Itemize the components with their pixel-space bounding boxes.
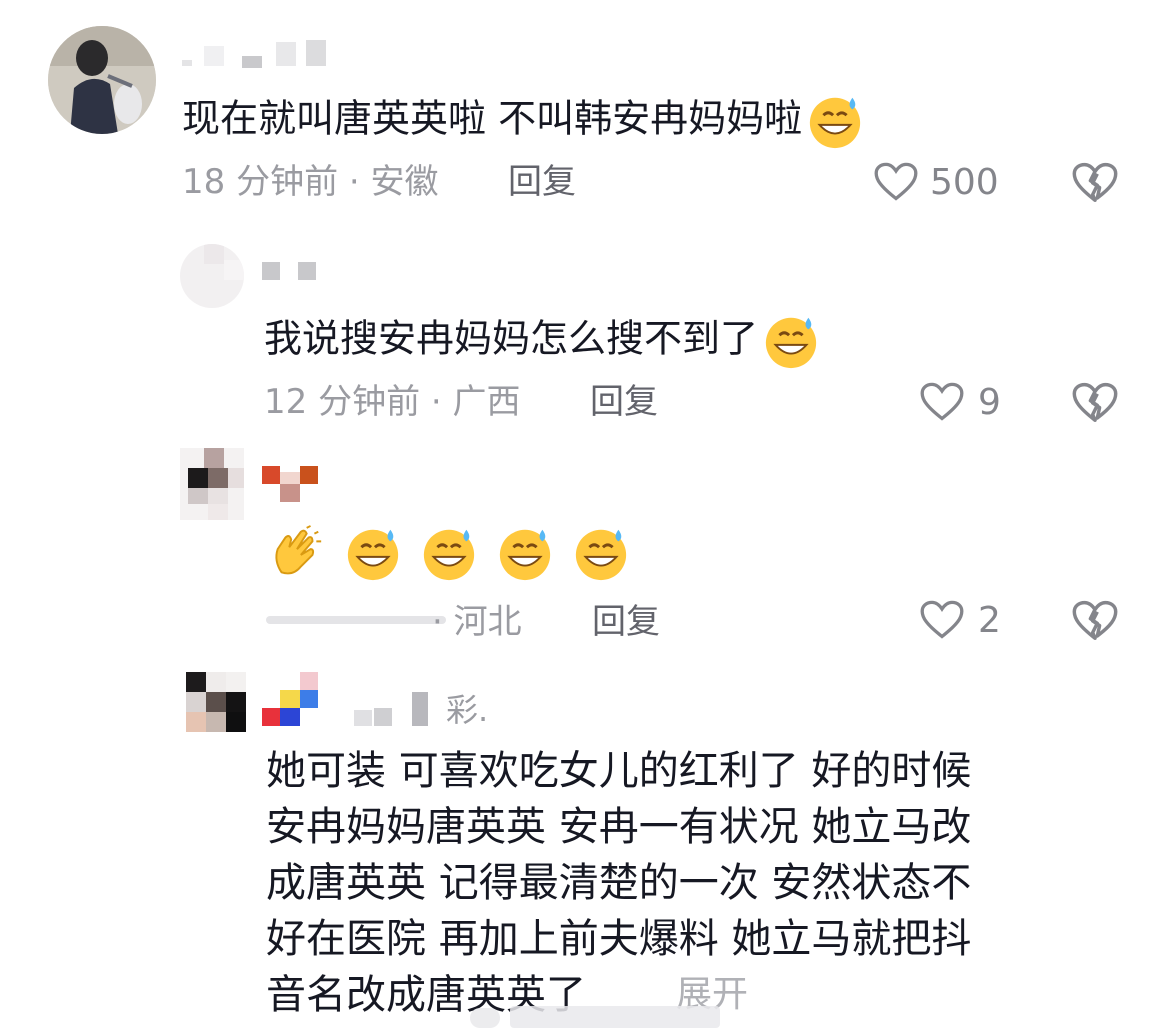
username-suffix: 彩. (446, 691, 489, 729)
dislike-broken-heart-icon[interactable] (1072, 382, 1118, 424)
dislike-broken-heart-icon[interactable] (1072, 600, 1118, 642)
avatar-photo (48, 26, 156, 134)
watermark (470, 1000, 730, 1030)
reply-button[interactable]: 回复 (508, 162, 576, 202)
timestamp-location: 12 分钟前 · 广西 (264, 382, 521, 422)
heart-icon[interactable] (920, 600, 964, 640)
comment-line-1: 她可装 可喜欢吃女儿的红利了 好的时候 (266, 748, 972, 794)
comment-text: 现在就叫唐英英啦 不叫韩安冉妈妈啦 (182, 92, 864, 150)
avatar[interactable] (48, 26, 156, 134)
comment-line-4: 好在医院 再加上前夫爆料 她立马就把抖 (266, 916, 972, 962)
comment-emojis (268, 524, 630, 582)
comment-line-2: 安冉妈妈唐英英 安冉一有状况 她立马改 (266, 804, 972, 850)
grinning-sweat-emoji (765, 317, 817, 369)
reply-button[interactable]: 回复 (590, 382, 658, 422)
dislike-broken-heart-icon[interactable] (1072, 162, 1118, 204)
comment-line-3: 成唐英英 记得最清楚的一次 安然状态不 (266, 860, 972, 906)
like-count: 9 (978, 382, 1001, 423)
avatar[interactable] (186, 672, 246, 732)
username-blurred[interactable] (262, 672, 462, 732)
grinning-sweat-emoji (500, 529, 551, 581)
clapping-hand-emoji (275, 525, 322, 575)
reply-button[interactable]: 回复 (592, 602, 660, 642)
avatar[interactable] (180, 244, 244, 308)
timestamp-location: · 河北 (432, 602, 522, 642)
grinning-sweat-emoji (576, 529, 627, 581)
grinning-sweat-emoji (347, 529, 399, 581)
timestamp-location: 18 分钟前 · 安徽 (182, 162, 439, 202)
username-blurred[interactable] (262, 262, 322, 282)
like-count: 500 (930, 162, 999, 203)
comment-text: 我说搜安冉妈妈怎么搜不到了 (264, 312, 820, 370)
heart-icon[interactable] (874, 162, 918, 202)
heart-icon[interactable] (920, 382, 964, 422)
timestamp-cropped (266, 610, 456, 630)
grinning-sweat-emoji (424, 529, 475, 581)
username-blurred[interactable] (262, 466, 320, 506)
grinning-sweat-emoji (809, 97, 861, 149)
like-count: 2 (978, 600, 1001, 641)
avatar[interactable] (180, 448, 244, 520)
username-blurred[interactable] (182, 40, 342, 70)
